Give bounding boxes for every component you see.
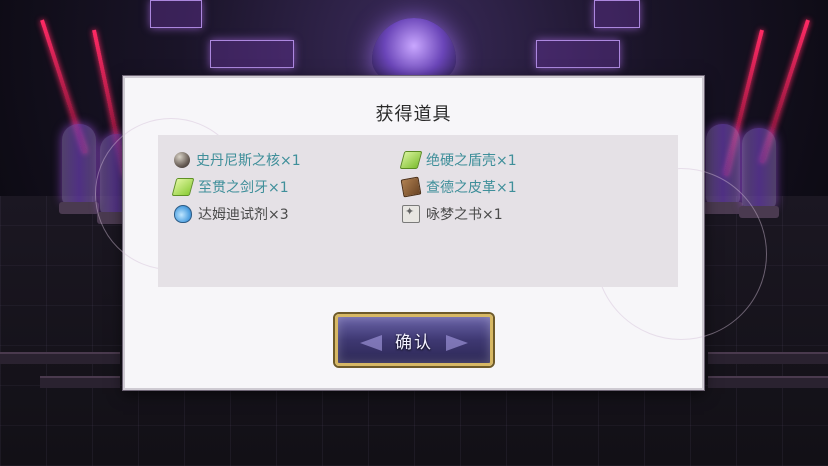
brain-hologram xyxy=(372,18,456,80)
list-item[interactable]: 咏梦之书×1 xyxy=(402,203,503,225)
item-label: 史丹尼斯之核×1 xyxy=(196,153,301,169)
item-label: 查德之皮革×1 xyxy=(426,180,517,196)
item-list: 史丹尼斯之核×1 绝硬之盾壳×1 至贯之剑牙×1 查德之皮革×1 达姆迪试剂×3… xyxy=(158,135,678,287)
orb-icon xyxy=(174,152,190,168)
floor-rail xyxy=(0,352,120,364)
floor-rail xyxy=(40,376,120,388)
list-item[interactable]: 达姆迪试剂×3 xyxy=(174,203,289,225)
item-label: 咏梦之书×1 xyxy=(426,207,503,223)
confirm-button[interactable]: 确认 xyxy=(335,314,493,366)
list-item[interactable]: 史丹尼斯之核×1 xyxy=(174,149,301,171)
list-item[interactable]: 至贯之剑牙×1 xyxy=(171,176,289,198)
floor-rail xyxy=(708,352,828,364)
item-label: 达姆迪试剂×3 xyxy=(198,207,289,223)
leather-icon xyxy=(400,176,422,198)
floor-rail xyxy=(708,376,828,388)
flask-icon xyxy=(174,205,192,223)
list-item[interactable]: 查德之皮革×1 xyxy=(400,176,517,198)
item-label: 绝硬之盾壳×1 xyxy=(426,153,517,169)
hologram-panel xyxy=(210,40,294,68)
arrow-left-icon xyxy=(360,335,382,351)
item-label: 至贯之剑牙×1 xyxy=(198,180,289,196)
hologram-panel xyxy=(150,0,202,28)
reward-dialog: 获得道具 史丹尼斯之核×1 绝硬之盾壳×1 至贯之剑牙×1 查德之皮革×1 达姆… xyxy=(95,76,767,390)
book-icon xyxy=(402,205,420,223)
fang-icon xyxy=(171,178,195,196)
arrow-right-icon xyxy=(446,335,468,351)
list-item[interactable]: 绝硬之盾壳×1 xyxy=(399,149,517,171)
shell-icon xyxy=(399,151,423,169)
confirm-button-label: 确认 xyxy=(395,332,433,353)
specimen-tube xyxy=(59,124,99,214)
specimen-tube xyxy=(739,128,779,218)
hologram-panel xyxy=(594,0,640,28)
dialog-title: 获得道具 xyxy=(375,104,452,125)
hologram-panel xyxy=(536,40,620,68)
